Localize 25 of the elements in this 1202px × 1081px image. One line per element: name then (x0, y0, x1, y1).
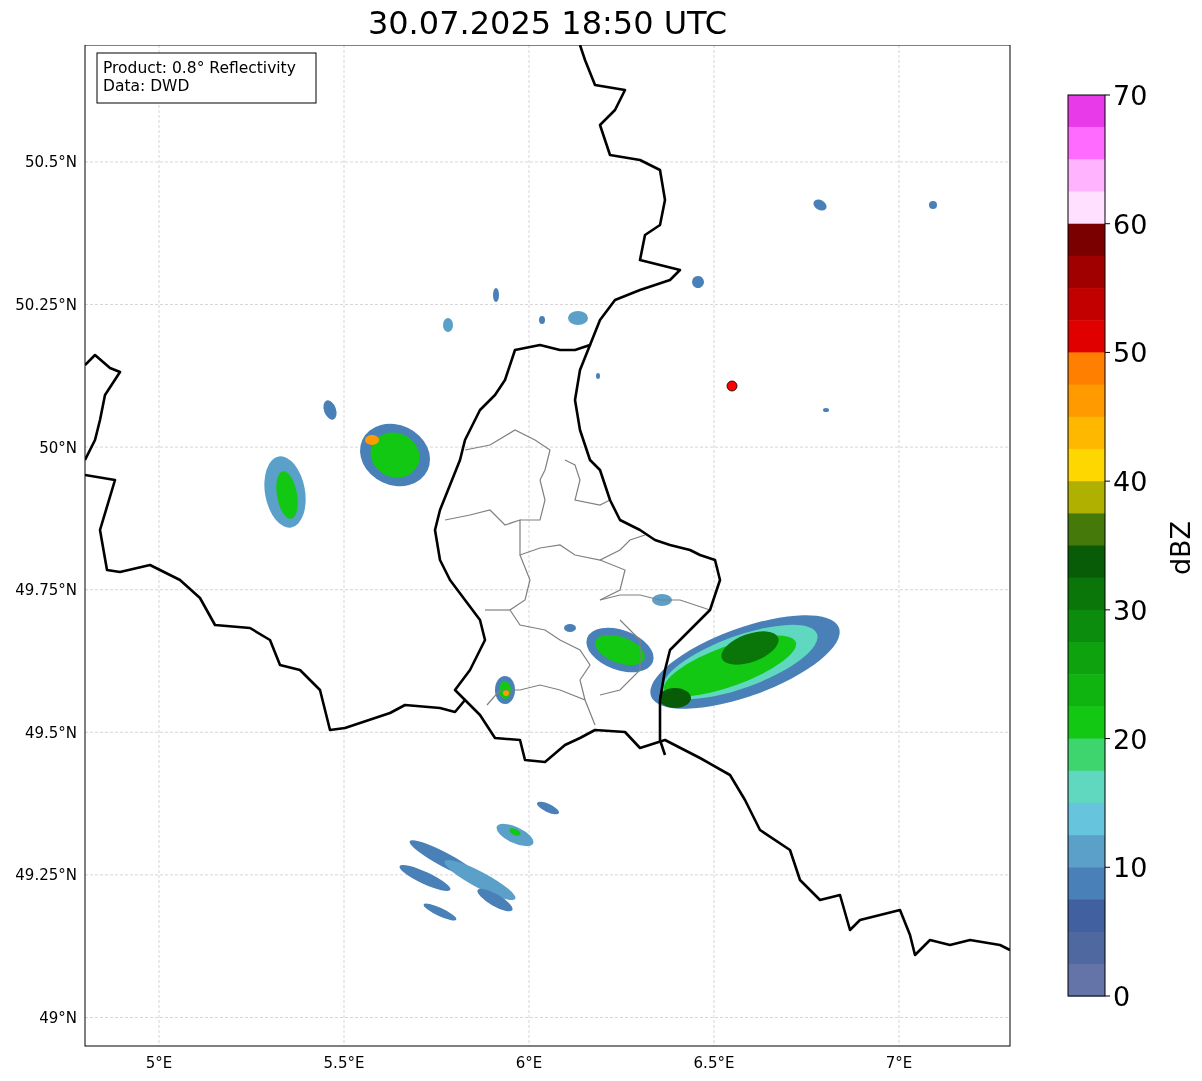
chart-title: 30.07.2025 18:50 UTC (367, 6, 728, 39)
longitude-label: 6°E (515, 1054, 543, 1072)
colorbar-tick-label: 30 (1113, 594, 1148, 626)
colorbar-tick-label: 10 (1113, 852, 1148, 884)
longitude-label: 5.5°E (323, 1054, 365, 1072)
latitude-label: 49.5°N (24, 723, 77, 742)
colorbar-tick-label: 50 (1113, 337, 1148, 369)
longitude-label: 5°E (145, 1054, 173, 1072)
colorbar-tick-label: 40 (1113, 466, 1148, 498)
colorbar-title: dBZ (1165, 520, 1196, 576)
legend-text: Data: DWD (103, 77, 190, 95)
latitude-label: 50°N (39, 438, 77, 457)
colorbar-tick-label: 20 (1113, 723, 1148, 755)
longitude-label: 6.5°E (693, 1054, 735, 1072)
colorbar-tick-label: 60 (1113, 208, 1148, 240)
latitude-label: 50.25°N (15, 296, 77, 314)
radar-site-marker (726, 380, 738, 392)
latitude-label: 50.5°N (24, 153, 77, 172)
legend-text: Product: 0.8° Reflectivity (103, 59, 296, 77)
latitude-label: 49.75°N (15, 581, 77, 600)
latitude-label: 49.25°N (15, 866, 77, 885)
colorbar-tick-label: 0 (1113, 981, 1131, 1012)
colorbar-tick-label: 70 (1113, 80, 1148, 111)
longitude-label: 7°E (885, 1054, 913, 1072)
latitude-label: 49°N (39, 1009, 77, 1027)
